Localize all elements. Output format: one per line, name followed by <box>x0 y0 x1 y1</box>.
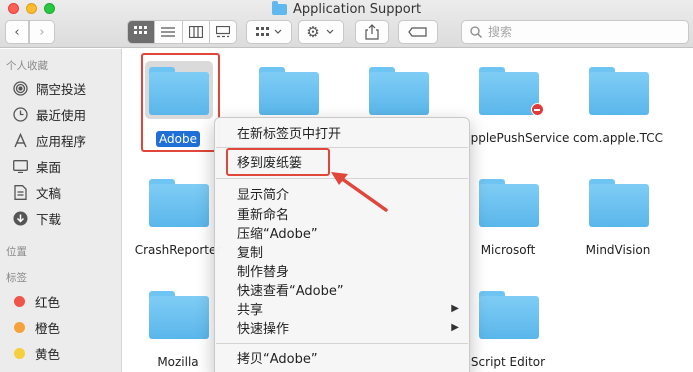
view-mode-switcher <box>127 20 237 44</box>
folder-item[interactable]: MindVision <box>563 161 673 261</box>
download-icon <box>12 210 28 226</box>
action-menu-button[interactable]: ⚙ <box>298 20 344 44</box>
sidebar-item-desktop[interactable]: 桌面 <box>12 156 61 176</box>
annotation-box-selected-folder <box>141 53 220 152</box>
sidebar-item-label: 文稿 <box>36 185 62 201</box>
forward-button[interactable]: › <box>29 20 55 44</box>
window-toolbar: Application Support ‹ › ⚙ <box>0 0 693 48</box>
airdrop-icon <box>12 80 28 96</box>
menu-item-share[interactable]: 共享 ▶ <box>237 299 469 318</box>
gear-icon: ⚙ <box>306 23 320 41</box>
folder-icon <box>149 179 209 227</box>
back-button[interactable]: ‹ <box>5 20 29 44</box>
sidebar-item-label: 桌面 <box>36 159 62 175</box>
folder-icon <box>479 179 539 227</box>
list-view-button[interactable] <box>155 21 183 43</box>
sidebar-item-recents[interactable]: 最近使用 <box>12 104 86 124</box>
folder-icon <box>149 291 209 339</box>
tags-header: 标签 <box>6 272 27 284</box>
sidebar-item-airdrop[interactable]: 隔空投送 <box>12 78 86 98</box>
search-field[interactable] <box>461 20 689 44</box>
sidebar-item-documents[interactable]: 文稿 <box>12 182 61 202</box>
group-icon <box>256 27 282 36</box>
menu-item-duplicate[interactable]: 复制 <box>237 242 263 261</box>
menu-item-compress[interactable]: 压缩“Adobe” <box>237 223 318 242</box>
submenu-arrow-icon: ▶ <box>451 322 459 333</box>
minimize-window-button[interactable] <box>26 3 37 14</box>
share-button[interactable] <box>355 20 389 44</box>
group-by-button[interactable] <box>246 20 292 44</box>
sidebar-item-applications[interactable]: 应用程序 <box>12 130 86 150</box>
search-input[interactable] <box>488 25 668 39</box>
menu-item-make-alias[interactable]: 制作替身 <box>237 261 289 280</box>
window-title: Application Support <box>272 0 422 17</box>
sidebar-item-label: 黄色 <box>35 346 61 362</box>
yellow-tag-icon <box>14 347 25 359</box>
sidebar-item-downloads[interactable]: 下载 <box>12 208 61 228</box>
columns-icon <box>188 26 203 38</box>
sidebar-item-tag-red[interactable]: 红色 <box>12 291 60 311</box>
folder-icon <box>479 67 539 115</box>
folder-icon <box>369 67 429 115</box>
folder-icon <box>589 67 649 115</box>
folder-icon <box>589 179 649 227</box>
menu-item-label: 共享 <box>237 303 264 318</box>
edit-tags-button[interactable] <box>398 20 438 44</box>
apps-icon <box>12 132 28 148</box>
menu-item-rename[interactable]: 重新命名 <box>237 204 289 223</box>
red-tag-icon <box>14 295 25 307</box>
sidebar-item-label: 隔空投送 <box>36 81 87 97</box>
chevron-down-icon <box>326 29 334 34</box>
folder-icon <box>259 67 319 115</box>
gallery-icon <box>215 26 230 38</box>
no-access-badge-icon <box>531 103 544 116</box>
favorites-header: 个人收藏 <box>6 60 48 72</box>
share-icon <box>365 24 379 40</box>
search-icon <box>470 26 482 38</box>
list-icon <box>161 27 176 37</box>
icon-view-button[interactable] <box>128 21 156 43</box>
sidebar-item-label: 红色 <box>35 294 61 310</box>
folder-icon <box>479 291 539 339</box>
tag-icon <box>408 27 427 37</box>
file-name: pplePushService <box>470 131 570 145</box>
menu-separator <box>216 343 468 344</box>
sidebar-item-tag-orange[interactable]: 橙色 <box>12 317 60 337</box>
file-name: com.apple.TCC <box>573 131 663 145</box>
window-title-text: Application Support <box>293 1 422 17</box>
menu-item-copy[interactable]: 拷贝“Adobe” <box>237 348 318 367</box>
menu-item-quick-look[interactable]: 快速查看“Adobe” <box>237 280 344 299</box>
annotation-arrow-icon <box>331 172 388 212</box>
grid-icon <box>134 26 148 34</box>
folder-item[interactable]: com.apple.TCC <box>563 49 673 149</box>
menu-item-label: 快速操作 <box>237 322 290 337</box>
document-icon <box>12 184 28 200</box>
orange-tag-icon <box>14 321 25 333</box>
chevron-right-icon: › <box>39 24 45 40</box>
clock-icon <box>12 106 28 122</box>
sidebar-item-label: 下载 <box>36 211 62 227</box>
sidebar: 个人收藏 隔空投送 最近使用 应用程序 桌面 文稿 下载 位置 标签 红色 橙色… <box>0 49 122 372</box>
submenu-arrow-icon: ▶ <box>451 303 459 314</box>
sidebar-item-tag-yellow[interactable]: 黄色 <box>12 343 60 363</box>
desktop-icon <box>12 158 28 174</box>
locations-header: 位置 <box>6 246 27 258</box>
sidebar-item-label: 应用程序 <box>36 133 87 149</box>
menu-item-quick-actions[interactable]: 快速操作 ▶ <box>237 318 469 337</box>
folder-icon <box>272 0 287 15</box>
gallery-view-button[interactable] <box>210 21 236 43</box>
close-window-button[interactable] <box>8 3 19 14</box>
annotation-box-move-to-trash <box>226 148 330 176</box>
sidebar-item-label: 最近使用 <box>36 107 87 123</box>
sidebar-item-label: 橙色 <box>35 320 61 336</box>
file-name: MindVision <box>585 243 651 257</box>
chevron-left-icon: ‹ <box>14 24 20 40</box>
menu-item-open-new-tab[interactable]: 在新标签页中打开 <box>237 123 341 142</box>
zoom-window-button[interactable] <box>44 3 55 14</box>
menu-item-get-info[interactable]: 显示简介 <box>237 184 289 203</box>
column-view-button[interactable] <box>183 21 210 43</box>
